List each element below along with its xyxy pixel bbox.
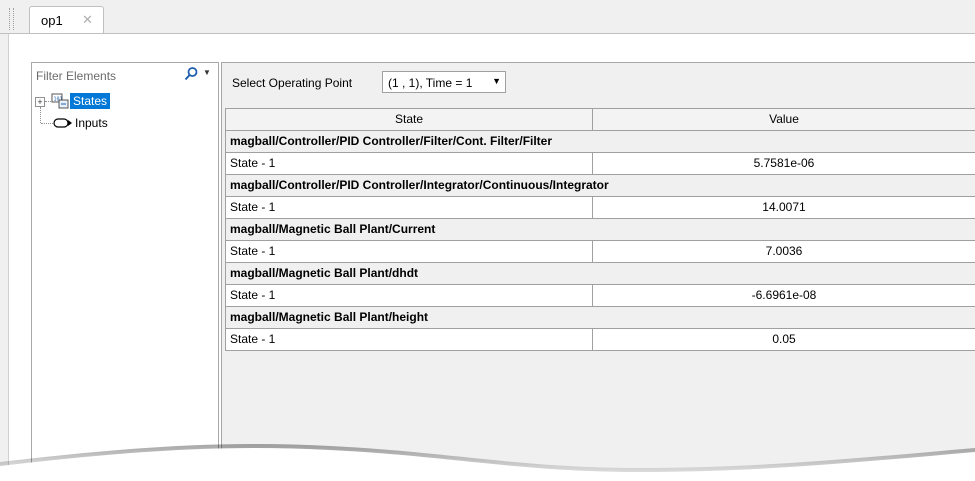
table-row[interactable]: State - 1 5.7581e-06 — [226, 153, 975, 175]
tree-connector — [41, 123, 53, 124]
group-name: magball/Magnetic Ball Plant/dhdt — [226, 263, 975, 284]
element-tree-pane: Filter Elements ▼ + 101 States Inputs — [31, 62, 219, 481]
input-port-icon — [53, 118, 72, 128]
value-cell[interactable]: 0.05 — [593, 329, 975, 350]
operating-point-label: Select Operating Point — [232, 76, 353, 90]
column-header-value[interactable]: Value — [593, 109, 975, 130]
table-row[interactable]: State - 1 7.0036 — [226, 241, 975, 263]
filter-input[interactable]: Filter Elements — [36, 69, 116, 83]
column-header-state[interactable]: State — [226, 109, 593, 130]
group-row[interactable]: magball/Magnetic Ball Plant/Current — [226, 219, 975, 241]
tab-label: op1 — [41, 13, 63, 28]
chevron-down-icon[interactable]: ▼ — [203, 68, 211, 77]
close-icon[interactable]: ✕ — [82, 12, 93, 28]
group-name: magball/Controller/PID Controller/Integr… — [226, 175, 975, 196]
operating-point-pane: Select Operating Point (1 , 1), Time = 1… — [221, 62, 975, 481]
operating-point-selected: (1 , 1), Time = 1 — [388, 76, 473, 90]
tab-strip: op1 ✕ — [0, 0, 975, 34]
state-cell: State - 1 — [226, 153, 593, 174]
value-cell[interactable]: -6.6961e-08 — [593, 285, 975, 306]
group-name: magball/Magnetic Ball Plant/height — [226, 307, 975, 328]
group-name: magball/Controller/PID Controller/Filter… — [226, 131, 975, 152]
state-cell: State - 1 — [226, 197, 593, 218]
group-name: magball/Magnetic Ball Plant/Current — [226, 219, 975, 240]
value-cell[interactable]: 7.0036 — [593, 241, 975, 262]
value-cell[interactable]: 14.0071 — [593, 197, 975, 218]
tabstrip-grip[interactable] — [9, 8, 14, 30]
tree-item-inputs[interactable]: Inputs — [75, 116, 108, 130]
tab-op1[interactable]: op1 ✕ — [29, 6, 104, 34]
table-row[interactable]: State - 1 -6.6961e-08 — [226, 285, 975, 307]
states-block-icon: 101 — [51, 93, 69, 109]
group-row[interactable]: magball/Magnetic Ball Plant/height — [226, 307, 975, 329]
group-row[interactable]: magball/Controller/PID Controller/Filter… — [226, 131, 975, 153]
tree-expand-icon[interactable]: + — [35, 97, 45, 107]
group-row[interactable]: magball/Controller/PID Controller/Integr… — [226, 175, 975, 197]
state-cell: State - 1 — [226, 329, 593, 350]
group-row[interactable]: magball/Magnetic Ball Plant/dhdt — [226, 263, 975, 285]
operating-point-editor: op1 ✕ Filter Elements ▼ + 101 States Inp… — [0, 0, 975, 481]
tree-item-states[interactable]: States — [70, 93, 111, 109]
tree-connector — [40, 107, 41, 123]
state-cell: State - 1 — [226, 285, 593, 306]
table-header: State Value — [226, 109, 975, 131]
table-row[interactable]: State - 1 0.05 — [226, 329, 975, 351]
value-cell[interactable]: 5.7581e-06 — [593, 153, 975, 174]
state-cell: State - 1 — [226, 241, 593, 262]
chevron-down-icon: ▼ — [492, 76, 501, 86]
torn-edge-decoration — [0, 443, 975, 481]
search-icon[interactable] — [183, 66, 199, 82]
operating-point-dropdown[interactable]: (1 , 1), Time = 1 ▼ — [382, 71, 506, 93]
states-table: State Value magball/Controller/PID Contr… — [225, 108, 975, 351]
table-row[interactable]: State - 1 14.0071 — [226, 197, 975, 219]
